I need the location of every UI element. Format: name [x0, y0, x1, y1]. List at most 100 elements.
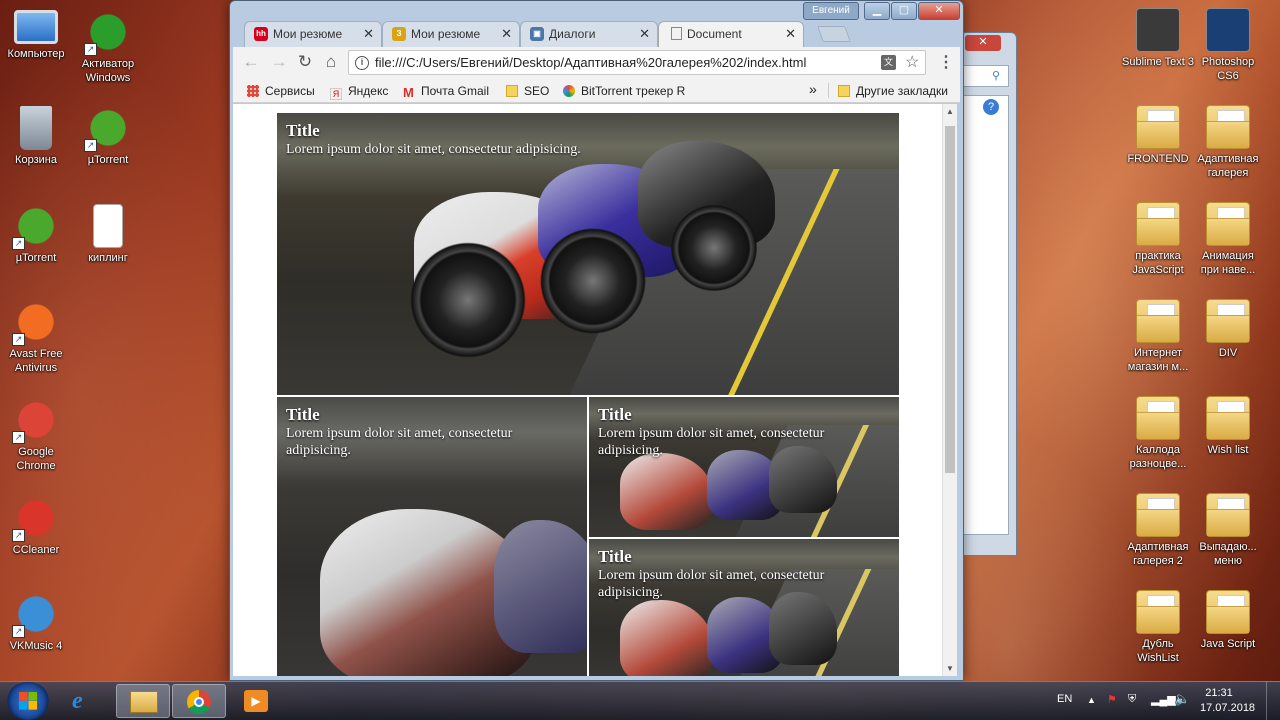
shortcut-arrow-icon: ↗ — [12, 625, 25, 638]
desktop-shortcut[interactable]: Интернет магазин м... — [1122, 299, 1194, 374]
taskbar-media[interactable]: ▶ — [230, 684, 284, 718]
chrome-center-icon — [194, 697, 204, 707]
bookmark-gmail[interactable]: M Почта Gmail — [403, 84, 489, 99]
desktop-shortcut[interactable]: Корзина — [0, 106, 72, 167]
bookmark-seo[interactable]: SEO — [506, 84, 549, 98]
desktop-icon-label: Google Chrome — [16, 446, 56, 472]
address-bar[interactable]: i file:///C:/Users/Евгений/Desktop/Адапт… — [348, 50, 926, 75]
search-box[interactable]: ⚲ — [961, 65, 1009, 87]
show-hidden-icons-icon[interactable]: ▲ — [1087, 695, 1096, 705]
folder-icon — [1206, 493, 1250, 537]
clock[interactable]: 21:31 17.07.2018 — [1200, 686, 1255, 716]
zarplata-favicon-icon: З — [392, 27, 406, 41]
desktop-icon-label: Wish list — [1207, 444, 1249, 456]
language-indicator[interactable]: EN — [1057, 693, 1072, 705]
maximize-button[interactable]: ▢ — [891, 2, 917, 20]
desktop-icon-label: VKMusic 4 — [9, 640, 63, 652]
start-button[interactable] — [6, 682, 50, 720]
scroll-down-icon[interactable]: ▼ — [946, 664, 954, 673]
scrollbar-thumb[interactable] — [945, 126, 955, 473]
close-tab-icon[interactable]: ✕ — [785, 26, 796, 42]
desktop-shortcut[interactable]: Wish list — [1192, 396, 1264, 457]
desktop-shortcut[interactable]: Java Script — [1192, 590, 1264, 651]
desktop-icon-label: Java Script — [1200, 638, 1256, 650]
new-tab-button[interactable] — [817, 26, 851, 42]
desktop-shortcut[interactable]: ↗ µTorrent — [72, 106, 144, 167]
other-bookmarks[interactable]: Другие закладки — [838, 84, 948, 98]
help-icon[interactable]: ? — [983, 99, 999, 115]
tab-dialogs[interactable]: ▣ Диалоги ✕ — [520, 21, 658, 47]
bookmark-bittorrent[interactable]: BitTorrent трекер R — [563, 84, 685, 98]
desktop-icon-label: Адаптивная галерея — [1197, 153, 1259, 179]
home-icon[interactable]: ⌂ — [321, 53, 341, 71]
desktop-icon-label: Компьютер — [7, 48, 65, 60]
desktop-shortcut[interactable]: Анимация при наве... — [1192, 202, 1264, 277]
tab-resume-hh[interactable]: hh Мои резюме ✕ — [244, 21, 382, 47]
gmail-icon: M — [403, 85, 414, 100]
gallery-item-1[interactable]: Title Lorem ipsum dolor sit amet, consec… — [276, 112, 900, 396]
close-button[interactable]: ✕ — [918, 2, 960, 20]
back-icon[interactable]: ← — [241, 53, 261, 71]
translate-icon[interactable]: 文 — [881, 55, 896, 70]
show-desktop-button[interactable] — [1266, 682, 1280, 720]
desktop-shortcut[interactable]: Sublime Text 3 — [1122, 8, 1194, 69]
gallery-item-4[interactable]: Title Lorem ipsum dolor sit amet, consec… — [588, 538, 900, 676]
taskbar-ie[interactable]: e — [58, 684, 112, 718]
vertical-scrollbar[interactable]: ▲ ▼ — [942, 104, 957, 676]
desktop-shortcut[interactable]: ↗ CCleaner — [0, 496, 72, 557]
desktop-shortcut[interactable]: FRONTEND — [1122, 105, 1194, 166]
desktop-icon-label: µTorrent — [87, 154, 129, 166]
desktop-shortcut[interactable]: ↗ Avast Free Antivirus — [0, 300, 72, 375]
rutracker-icon — [563, 85, 575, 97]
profile-button[interactable]: Евгений — [803, 2, 859, 20]
close-tab-icon[interactable]: ✕ — [501, 26, 512, 42]
desktop-shortcut[interactable]: Компьютер — [0, 10, 72, 61]
info-icon[interactable]: i — [355, 56, 369, 70]
menu-kebab-icon[interactable]: ⋮ — [938, 52, 954, 72]
desktop-shortcut[interactable]: ↗ Google Chrome — [0, 398, 72, 473]
tab-document[interactable]: Document ✕ — [658, 21, 804, 47]
desktop-shortcut[interactable]: киплинг — [72, 204, 144, 265]
volume-icon[interactable]: 🔈 — [1174, 691, 1190, 707]
scroll-up-icon[interactable]: ▲ — [946, 107, 954, 116]
gallery-item-2[interactable]: Title Lorem ipsum dolor sit amet, consec… — [276, 396, 588, 676]
more-bookmarks-icon[interactable]: » — [809, 81, 817, 97]
bookmark-services[interactable]: Сервисы — [247, 84, 315, 98]
avast-icon: ↗ — [12, 300, 58, 346]
security-icon[interactable]: ⛨ — [1128, 693, 1136, 706]
close-icon[interactable]: ✕ — [965, 35, 1001, 51]
desktop-shortcut[interactable]: ↗ Активатор Windows — [72, 10, 144, 85]
tab-resume-zarplata[interactable]: З Мои резюме ✕ — [382, 21, 520, 47]
caption-title: Title — [286, 121, 320, 140]
desktop-shortcut[interactable]: Адаптивная галерея — [1192, 105, 1264, 180]
folder-icon — [1206, 299, 1250, 343]
close-tab-icon[interactable]: ✕ — [639, 26, 650, 42]
desktop-icon-label: Активатор Windows — [81, 58, 135, 84]
desktop-shortcut[interactable]: Дубль WishList — [1122, 590, 1194, 665]
caption-title: Title — [598, 547, 632, 566]
caption: Title Lorem ipsum dolor sit amet, consec… — [286, 121, 890, 158]
desktop-shortcut[interactable]: практика JavaScript — [1122, 202, 1194, 277]
taskbar-chrome[interactable] — [172, 684, 226, 718]
desktop-shortcut[interactable]: Каллода разноцве... — [1122, 396, 1194, 471]
gallery-item-3[interactable]: Title Lorem ipsum dolor sit amet, consec… — [588, 396, 900, 538]
url-text[interactable]: file:///C:/Users/Евгений/Desktop/Адаптив… — [375, 55, 806, 70]
desktop-shortcut[interactable]: ↗ µTorrent — [0, 204, 72, 265]
taskbar-explorer[interactable] — [116, 684, 170, 718]
desktop-shortcut[interactable]: ↗ VKMusic 4 — [0, 592, 72, 653]
bookmark-yandex[interactable]: Я Яндекс — [330, 84, 388, 100]
desktop-shortcut[interactable]: DIV — [1192, 299, 1264, 360]
time: 21:31 — [1205, 687, 1233, 699]
action-center-icon[interactable]: ⚑ — [1107, 693, 1117, 706]
background-window[interactable]: ✕ ⚲ ? — [960, 32, 1017, 556]
close-tab-icon[interactable]: ✕ — [363, 26, 374, 42]
desktop-shortcut[interactable]: Адаптивная галерея 2 — [1122, 493, 1194, 568]
computer-icon — [14, 10, 58, 44]
forward-icon[interactable]: → — [269, 53, 289, 71]
desktop-shortcut[interactable]: Photoshop CS6 — [1192, 8, 1264, 83]
bookmark-star-icon[interactable]: ☆ — [905, 52, 919, 72]
minimize-button[interactable]: ▁ — [864, 2, 890, 20]
reload-icon[interactable]: ↻ — [295, 53, 315, 71]
desktop-shortcut[interactable]: Выпадаю... меню — [1192, 493, 1264, 568]
network-icon[interactable]: ▂▄▆ — [1151, 693, 1176, 706]
